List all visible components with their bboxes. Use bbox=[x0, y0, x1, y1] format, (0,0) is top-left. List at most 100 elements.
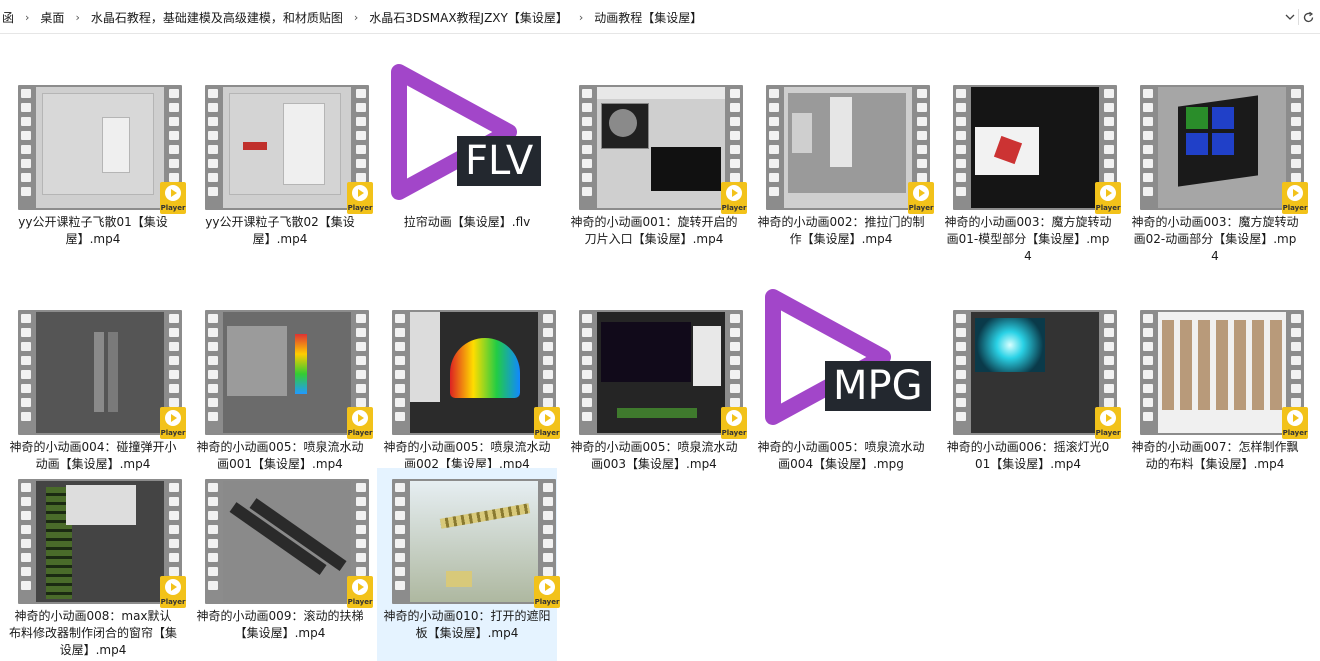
player-badge: Player bbox=[1095, 182, 1121, 214]
breadcrumb-item-tutorials[interactable]: 水晶石教程，基础建模及高级建模，和材质贴图 bbox=[89, 9, 345, 26]
video-thumbnail: Player bbox=[205, 310, 373, 439]
file-item[interactable]: Player yy公开课粒子飞散02【集设屋】.mp4 bbox=[190, 74, 373, 250]
file-item[interactable]: Player 神奇的小动画001：旋转开启的刀片入口【集设屋】.mp4 bbox=[564, 74, 747, 267]
file-item[interactable]: Player 神奇的小动画010：打开的遮阳板【集设屋】.mp4 bbox=[377, 468, 560, 661]
chevron-right-icon[interactable]: › bbox=[66, 11, 88, 24]
video-thumbnail: Player bbox=[205, 85, 373, 214]
player-badge: Player bbox=[160, 576, 186, 608]
play-icon bbox=[539, 410, 555, 426]
file-name: 神奇的小动画009：滚动的扶梯【集设屋】.mp4 bbox=[196, 609, 364, 640]
file-item[interactable]: Player 神奇的小动画002：推拉门的制作【集设屋】.mp4 bbox=[751, 74, 934, 267]
video-thumbnail: Player bbox=[1140, 85, 1308, 214]
extension-tag: FLV bbox=[457, 136, 542, 186]
player-badge: Player bbox=[908, 182, 934, 214]
player-badge-label: Player bbox=[160, 429, 186, 437]
file-name: 神奇的小动画006：摇滚灯光001【集设屋】.mp4 bbox=[946, 440, 1110, 471]
chevron-right-icon[interactable]: › bbox=[345, 11, 367, 24]
breadcrumb-item-3dsmax[interactable]: 水晶石3DSMAX教程JZXY【集设屋】 bbox=[367, 9, 570, 26]
file-item[interactable]: Player 神奇的小动画003：魔方旋转动画02-动画部分【集设屋】.mp4 bbox=[1125, 74, 1308, 267]
video-frame bbox=[1158, 312, 1286, 433]
video-frame bbox=[410, 312, 538, 433]
file-item[interactable]: Player 神奇的小动画004：碰撞弹开小动画【集设屋】.mp4 bbox=[3, 299, 186, 492]
video-frame bbox=[597, 87, 725, 208]
play-icon: MPG bbox=[751, 269, 931, 449]
video-thumbnail: Player bbox=[18, 310, 186, 439]
player-badge: Player bbox=[1282, 182, 1308, 214]
video-frame bbox=[784, 87, 912, 208]
video-frame bbox=[1158, 87, 1286, 208]
file-name: 拉帘动画【集设屋】.flv bbox=[403, 215, 531, 229]
file-item[interactable]: Player 神奇的小动画005：喷泉流水动画002【集设屋】.mp4 bbox=[377, 299, 560, 492]
file-item[interactable]: FLV 拉帘动画【集设屋】.flv bbox=[377, 64, 557, 250]
chevron-down-icon[interactable] bbox=[1282, 8, 1298, 26]
video-frame bbox=[223, 312, 351, 433]
address-bar[interactable]: 函 › 桌面 › 水晶石教程，基础建模及高级建模，和材质贴图 › 水晶石3DSM… bbox=[0, 0, 1320, 34]
file-name: yy公开课粒子飞散02【集设屋】.mp4 bbox=[205, 215, 355, 246]
player-badge-label: Player bbox=[908, 204, 934, 212]
player-badge-label: Player bbox=[347, 429, 373, 437]
play-icon bbox=[352, 185, 368, 201]
player-badge: Player bbox=[347, 182, 373, 214]
breadcrumb: 函 › 桌面 › 水晶石教程，基础建模及高级建模，和材质贴图 › 水晶石3DSM… bbox=[0, 8, 704, 26]
video-thumbnail: Player bbox=[18, 479, 186, 608]
file-item[interactable]: Player 神奇的小动画005：喷泉流水动画003【集设屋】.mp4 bbox=[564, 299, 747, 492]
video-frame bbox=[223, 481, 351, 602]
video-frame bbox=[36, 312, 164, 433]
file-item[interactable]: Player 神奇的小动画003：魔方旋转动画01-模型部分【集设屋】.mp4 bbox=[938, 74, 1121, 267]
video-frame bbox=[971, 87, 1099, 208]
breadcrumb-item-desktop[interactable]: 桌面 bbox=[38, 9, 66, 26]
file-item[interactable]: Player yy公开课粒子飞散01【集设屋】.mp4 bbox=[3, 74, 186, 250]
play-icon bbox=[165, 410, 181, 426]
player-badge-label: Player bbox=[1095, 429, 1121, 437]
file-name: 神奇的小动画003：魔方旋转动画01-模型部分【集设屋】.mp4 bbox=[944, 215, 1112, 263]
play-icon bbox=[1100, 185, 1116, 201]
player-badge: Player bbox=[1095, 407, 1121, 439]
file-name: 神奇的小动画010：打开的遮阳板【集设屋】.mp4 bbox=[383, 609, 551, 640]
file-item[interactable]: Player 神奇的小动画006：摇滚灯光001【集设屋】.mp4 bbox=[938, 299, 1121, 492]
play-icon bbox=[1287, 410, 1303, 426]
video-thumbnail: Player bbox=[1140, 310, 1308, 439]
player-badge: Player bbox=[347, 576, 373, 608]
player-badge: Player bbox=[160, 407, 186, 439]
play-icon bbox=[352, 410, 368, 426]
file-name: 神奇的小动画002：推拉门的制作【集设屋】.mp4 bbox=[757, 215, 925, 246]
player-badge: Player bbox=[721, 182, 747, 214]
player-badge: Player bbox=[160, 182, 186, 214]
player-badge-label: Player bbox=[160, 204, 186, 212]
player-badge-label: Player bbox=[534, 598, 560, 606]
video-frame bbox=[971, 312, 1099, 433]
play-icon bbox=[913, 185, 929, 201]
video-frame bbox=[223, 87, 351, 208]
player-badge: Player bbox=[347, 407, 373, 439]
chevron-right-icon[interactable]: › bbox=[570, 11, 592, 24]
file-item[interactable]: Player 神奇的小动画007：怎样制作飘动的布料【集设屋】.mp4 bbox=[1125, 299, 1308, 492]
player-badge-label: Player bbox=[160, 598, 186, 606]
file-name: 神奇的小动画005：喷泉流水动画004【集设屋】.mpg bbox=[757, 440, 925, 471]
play-icon bbox=[726, 185, 742, 201]
video-frame bbox=[597, 312, 725, 433]
player-badge: Player bbox=[534, 407, 560, 439]
video-thumbnail: Player bbox=[579, 310, 747, 439]
player-badge: Player bbox=[721, 407, 747, 439]
play-icon bbox=[352, 579, 368, 595]
player-badge: Player bbox=[534, 576, 560, 608]
play-icon bbox=[1287, 185, 1303, 201]
file-item[interactable]: MPG 神奇的小动画005：喷泉流水动画004【集设屋】.mpg bbox=[751, 289, 931, 492]
file-name: 神奇的小动画007：怎样制作飘动的布料【集设屋】.mp4 bbox=[1131, 440, 1299, 471]
video-thumbnail: Player bbox=[766, 85, 934, 214]
file-item[interactable]: Player 神奇的小动画008：max默认布料修改器制作闭合的窗帘【集设屋】.m… bbox=[3, 468, 186, 661]
breadcrumb-item-animation[interactable]: 动画教程【集设屋】 bbox=[592, 9, 704, 26]
chevron-right-icon[interactable]: › bbox=[16, 11, 38, 24]
file-item[interactable]: Player 神奇的小动画005：喷泉流水动画001【集设屋】.mp4 bbox=[190, 299, 373, 492]
player-badge-label: Player bbox=[347, 598, 373, 606]
play-icon bbox=[726, 410, 742, 426]
player-badge-label: Player bbox=[347, 204, 373, 212]
refresh-icon[interactable] bbox=[1300, 8, 1316, 26]
play-icon bbox=[539, 579, 555, 595]
play-icon: FLV bbox=[377, 44, 557, 224]
file-name: 神奇的小动画003：魔方旋转动画02-动画部分【集设屋】.mp4 bbox=[1131, 215, 1299, 263]
file-item[interactable]: Player 神奇的小动画009：滚动的扶梯【集设屋】.mp4 bbox=[190, 468, 373, 661]
player-badge-label: Player bbox=[721, 429, 747, 437]
player-badge-label: Player bbox=[1095, 204, 1121, 212]
breadcrumb-item-root[interactable]: 函 bbox=[0, 9, 16, 26]
